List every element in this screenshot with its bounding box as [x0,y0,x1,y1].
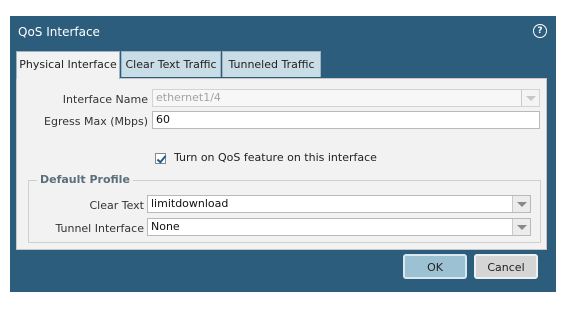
tab-physical-interface[interactable]: Physical Interface [16,51,120,79]
interface-name-label: Interface Name [62,93,148,106]
qos-checkbox[interactable] [155,153,167,164]
tunnel-interface-select[interactable]: None [147,218,531,236]
clear-text-label: Clear Text [89,199,144,212]
physical-interface-panel: Interface Name ethernet1/4 Egress Max (M… [16,78,547,250]
egress-max-input[interactable]: 60 [152,111,540,129]
checkmark-icon [156,153,167,164]
egress-max-label: Egress Max (Mbps) [44,115,148,128]
default-profile-legend: Default Profile [37,173,133,186]
tunnel-interface-value: None [151,220,180,233]
interface-name-select[interactable]: ethernet1/4 [152,89,540,107]
chevron-down-icon[interactable] [512,219,530,235]
tab-tunneled-traffic[interactable]: Tunneled Traffic [222,51,321,77]
chevron-down-icon[interactable] [512,196,530,212]
egress-max-value: 60 [156,113,170,126]
clear-text-value: limitdownload [151,197,229,210]
qos-interface-dialog: QoS Interface ? Physical Interface Clear… [10,16,556,292]
clear-text-select[interactable]: limitdownload [147,195,531,213]
help-icon[interactable]: ? [533,24,547,38]
chevron-down-icon [521,90,539,106]
dialog-title: QoS Interface [18,25,100,39]
qos-checkbox-label[interactable]: Turn on QoS feature on this interface [174,151,377,164]
tunnel-interface-label: Tunnel Interface [55,222,144,235]
tab-clear-text-traffic[interactable]: Clear Text Traffic [121,51,221,77]
ok-button[interactable]: OK [403,254,467,279]
cancel-button[interactable]: Cancel [474,254,538,279]
interface-name-value: ethernet1/4 [156,91,221,104]
